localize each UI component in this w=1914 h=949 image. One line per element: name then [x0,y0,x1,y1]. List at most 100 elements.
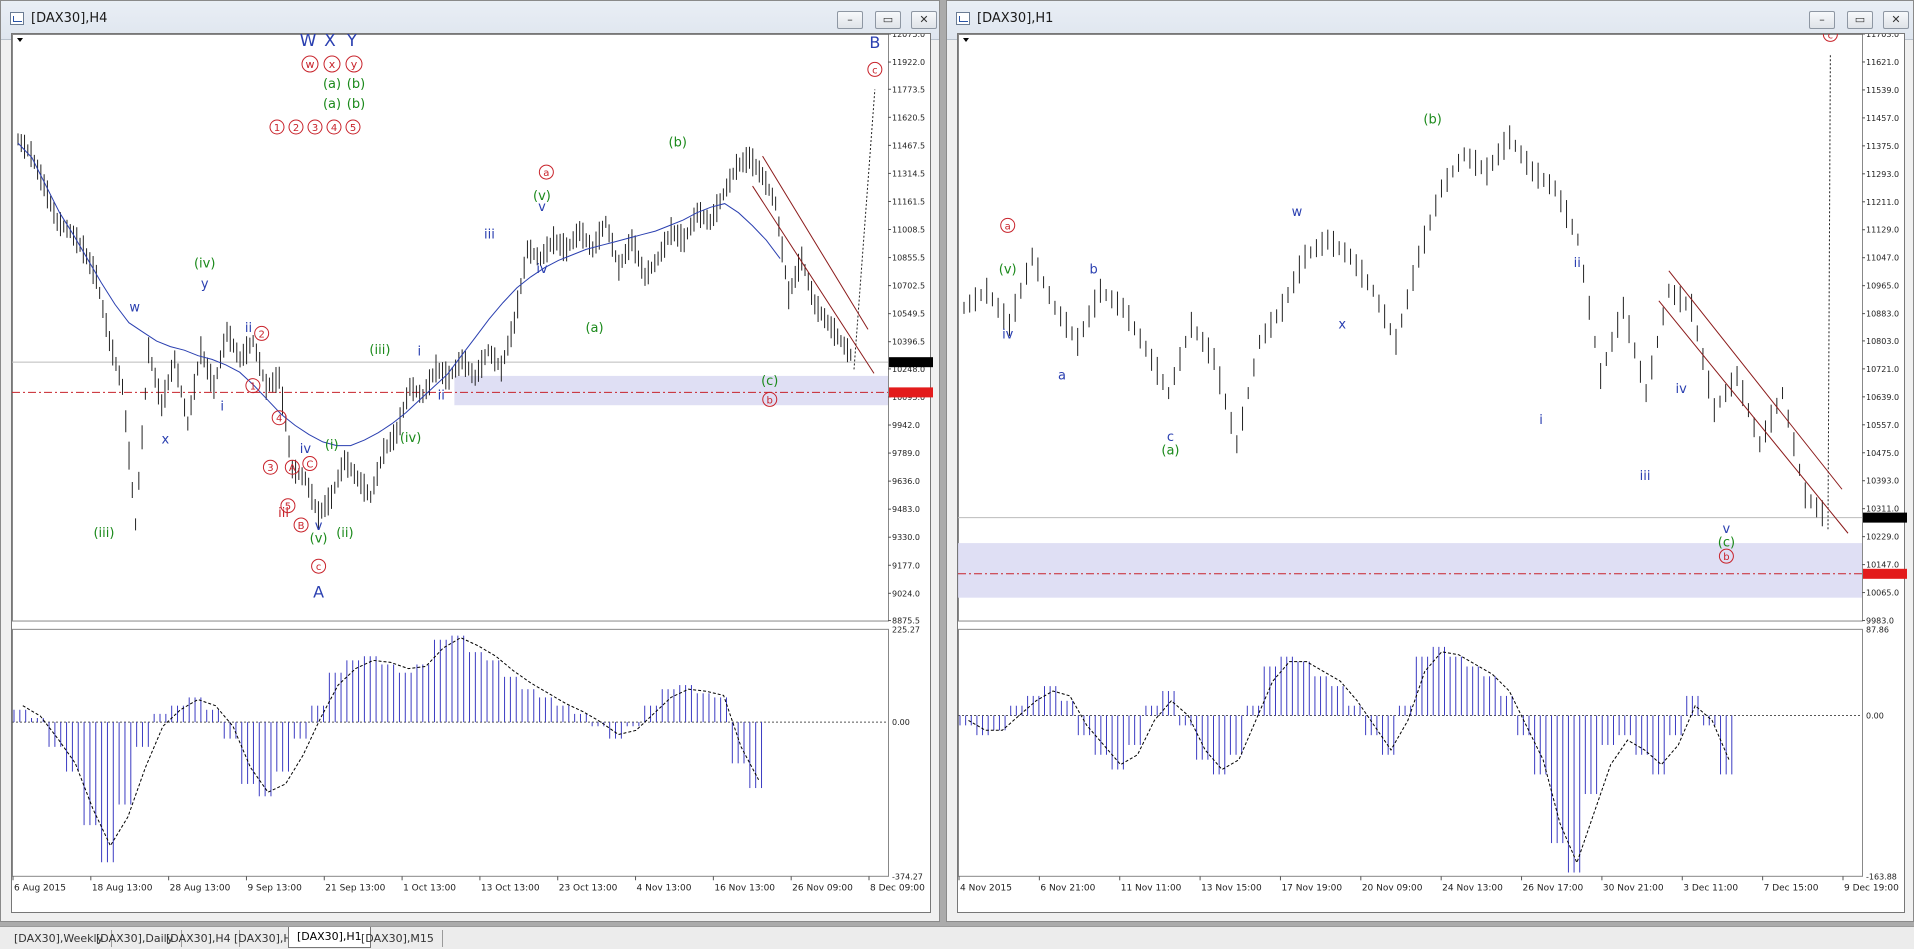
y-tick-label: 10721.0 [1866,365,1899,374]
x-tick-label: 30 Nov 21:00 [1603,883,1664,893]
y-tick-label: 9636.0 [892,477,920,486]
x-tick-label: 11 Nov 11:00 [1121,883,1182,893]
close-button[interactable]: ✕ [911,11,937,29]
macd-tick-label: 225.27 [892,625,920,634]
current-price-tag-bg [1863,512,1907,523]
wave-label: i [220,400,224,415]
maximize-button[interactable]: ▭ [875,11,901,29]
circled-wave-label: b [767,395,773,406]
tab-dax30m15[interactable]: [DAX30],M15 [353,930,443,947]
chart-window-h1[interactable]: [DAX30],H1 – ▭ ✕ 11703.0 11621.0 11539.0 11… [946,0,1914,922]
price-panel[interactable] [12,34,889,622]
y-tick-label: 10803.0 [1866,337,1899,346]
y-tick-label: 8875.5 [892,617,920,626]
wave-label: (b) [669,136,687,151]
minimize-button[interactable]: – [1809,11,1835,29]
x-tick-label: 16 Nov 13:00 [714,883,775,893]
y-tick-label: 11467.5 [892,141,925,150]
y-tick-label: 10147.0 [1866,561,1899,570]
y-tick-label: 11314.5 [892,169,925,178]
wave-label: (b) [1423,113,1441,128]
chart-area-h1[interactable]: 11703.0 11621.0 11539.0 11457.0 11375.0 11293… [957,26,1908,916]
wave-label: b [1089,263,1097,278]
wave-label: (v) [533,189,551,204]
x-tick-label: 9 Dec 19:00 [1844,883,1899,893]
legend-number: 2 [293,123,299,134]
wave-label: (iv) [194,257,215,272]
chart-area-h4[interactable]: 12075.0 11922.0 11773.5 11620.5 11467.5 11314… [11,30,934,916]
macd-panel[interactable] [958,628,1863,877]
circled-wave-label: c [316,562,322,573]
y-tick-label: 10396.5 [892,338,925,347]
legend-wxy-label: W [300,34,317,51]
wave-label: iv [1676,382,1688,397]
y-tick-label: 10229.0 [1866,533,1899,542]
x-tick-label: 7 Dec 15:00 [1764,883,1819,893]
wave-label: A [313,583,324,602]
chart-window-icon [10,12,24,25]
y-tick-label: 9483.0 [892,505,920,514]
legend-ab-label: (b) [347,97,365,112]
circled-wave-label: a [1005,221,1011,232]
level-price-tag-bg [889,387,933,398]
chart-h4[interactable]: 12075.0 11922.0 11773.5 11620.5 11467.5 11314… [12,30,934,916]
close-button[interactable]: ✕ [1883,11,1909,29]
y-tick-label: 11539.0 [1866,86,1899,95]
legend-number: 4 [331,123,337,134]
x-tick-label: 3 Dec 11:00 [1683,883,1738,893]
circled-wave-label: B [298,521,305,532]
x-tick-label: 17 Nov 19:00 [1281,883,1342,893]
window-title: [DAX30],H1 [977,11,1054,26]
wave-label: w [129,301,140,316]
chart-h1[interactable]: 11703.0 11621.0 11539.0 11457.0 11375.0 11293… [958,26,1908,916]
maximize-button[interactable]: ▭ [1847,11,1873,29]
wave-label: y [201,277,209,292]
circled-wave-label: 1 [250,382,256,393]
chart-window-h4[interactable]: [DAX30],H4 – ▭ ✕ 12075.0 11922.0 11773.5 11… [0,0,940,922]
support-zone [454,375,888,406]
y-tick-label: 10393.0 [1866,477,1899,486]
y-tick-label: 10965.0 [1866,282,1899,291]
macd-tick-label: 0.00 [1866,712,1884,721]
y-tick-label: 10311.0 [1866,505,1899,514]
x-tick-label: 6 Nov 21:00 [1040,883,1095,893]
macd-tick-label: 87.86 [1866,625,1889,634]
x-tick-label: 26 Nov 09:00 [792,883,853,893]
y-tick-label: 11047.0 [1866,254,1899,263]
circled-wave-label: 3 [267,463,273,474]
wave-label: i [1539,413,1543,428]
x-tick-label: 28 Aug 13:00 [170,883,231,893]
wave-label: (v) [999,263,1017,278]
x-tick-label: 4 Nov 13:00 [637,883,692,893]
wave-label: a [1058,368,1066,383]
wave-label: iv [300,442,312,457]
y-tick-label: 10475.0 [1866,449,1899,458]
y-tick-label: 11457.0 [1866,114,1899,123]
legend-number: 5 [350,123,356,134]
level-price-tag-bg [1863,568,1907,579]
circled-wave-label: c [1828,34,1834,41]
y-tick-label: 11773.5 [892,85,925,94]
wave-label: iv [1002,328,1014,343]
minimize-button[interactable]: – [837,11,863,29]
legend-wxy-label: X [324,34,336,51]
x-tick-label: 13 Oct 13:00 [481,883,540,893]
y-tick-label: 10883.0 [1866,310,1899,319]
circled-wave-label: 5 [285,502,291,513]
wave-label: (a) [1161,443,1179,458]
x-tick-label: 9 Sep 13:00 [247,883,302,893]
wave-label: (ii) [336,526,353,541]
y-tick-label: 9942.0 [892,421,920,430]
window-title: [DAX30],H4 [31,11,108,26]
macd-panel[interactable] [12,628,889,877]
legend-number: 3 [312,123,318,134]
x-tick-label: 4 Nov 2015 [960,883,1012,893]
y-tick-label: 11161.5 [892,197,925,206]
x-tick-label: 8 Dec 09:00 [870,883,925,893]
circled-wave-label: 2 [258,329,264,340]
x-tick-label: 1 Oct 13:00 [403,883,456,893]
wave-label: (c) [1718,536,1735,551]
x-tick-label: 13 Nov 15:00 [1201,883,1262,893]
wave-label: ii [1574,256,1581,271]
wave-label: ii [245,321,252,336]
